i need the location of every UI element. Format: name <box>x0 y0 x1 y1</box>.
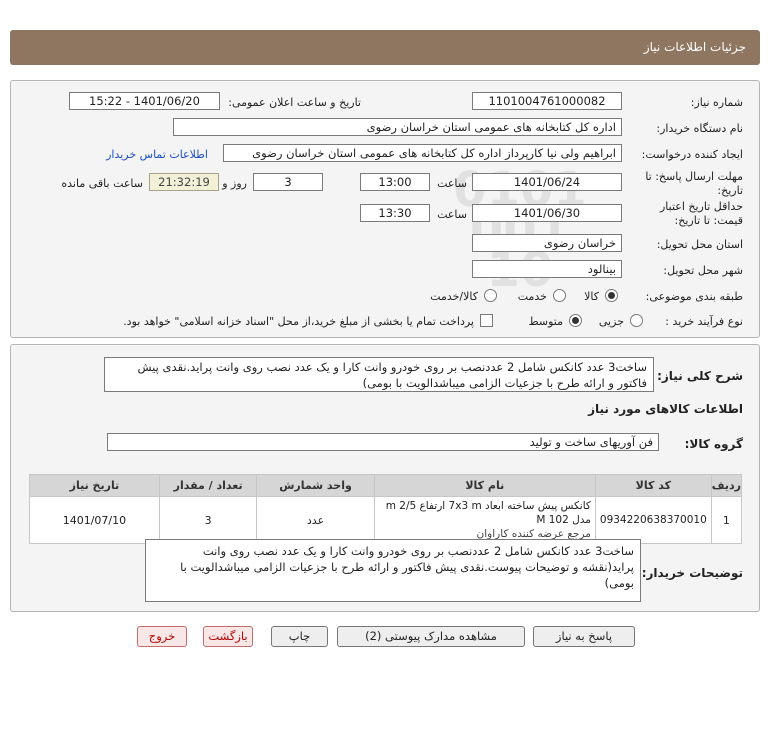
buyer-contact-link[interactable]: اطلاعات تماس خریدار <box>106 148 208 161</box>
goods-table: ردیف کد کالا نام کالا واحد شمارش تعداد /… <box>29 474 743 544</box>
days-label: روز و <box>222 177 247 190</box>
goods-group-field: فن آوریهای ساخت و تولید <box>107 433 659 451</box>
table-row: 1 0934220638370010 کانکس پیش ساخته ابعاد… <box>29 496 743 544</box>
need-number-field: 1101004761000082 <box>472 92 622 110</box>
category-radio-goods[interactable] <box>605 289 618 302</box>
category-radio-service[interactable] <box>553 289 566 302</box>
col-qty: تعداد / مقدار <box>158 474 258 497</box>
creator-label: ایجاد کننده درخواست: <box>641 148 743 161</box>
cell-code: 0934220638370010 <box>594 496 712 544</box>
creator-field: ابراهیم ولی نیا کارپرداز اداره کل کتابخا… <box>223 144 622 162</box>
buyer-org-field: اداره کل کتابخانه های عمومی استان خراسان… <box>173 118 622 136</box>
province-label: استان محل تحویل: <box>656 238 743 251</box>
cell-qty: 3 <box>158 496 258 544</box>
deadline-label-2: تاریخ: <box>717 184 743 197</box>
validity-label-1: حداقل تاریخ اعتبار <box>659 200 743 213</box>
remaining-label: ساعت باقی مانده <box>61 177 143 190</box>
goods-group-label: گروه کالا: <box>684 437 743 451</box>
cell-unit: عدد <box>256 496 375 544</box>
description-label: شرح کلی نیاز: <box>657 369 743 383</box>
col-code: کد کالا <box>594 474 712 497</box>
print-button[interactable]: چاپ <box>271 626 328 647</box>
treasury-payment-note: پرداخت تمام یا بخشی از مبلغ خرید،از محل … <box>123 315 474 328</box>
category-label: طبقه بندی موضوعی: <box>645 290 743 303</box>
remaining-time-field: 21:32:19 <box>149 173 219 191</box>
category-radio-goods-service[interactable] <box>484 289 497 302</box>
announce-label: تاریخ و ساعت اعلان عمومی: <box>228 96 361 109</box>
exit-button[interactable]: خروج <box>137 626 187 647</box>
need-number-label: شماره نیاز: <box>690 96 743 109</box>
goods-table-header: ردیف کد کالا نام کالا واحد شمارش تعداد /… <box>29 474 743 497</box>
deadline-time-label: ساعت <box>437 177 467 190</box>
goods-section-title: اطلاعات کالاهای مورد نیاز <box>588 402 743 416</box>
process-option-minor: جزیی <box>598 315 624 328</box>
treasury-payment-checkbox[interactable] <box>480 314 493 327</box>
description-text: ساخت3 عدد کانکس شامل 2 عددنصب بر روی خود… <box>104 357 654 392</box>
province-field: خراسان رضوی <box>472 234 622 252</box>
city-field: بینالود <box>472 260 622 278</box>
process-option-medium: متوسط <box>528 315 563 328</box>
announce-field: 1401/06/20 - 15:22 <box>69 92 220 110</box>
category-option-goods-service: کالا/خدمت <box>430 290 478 303</box>
process-radio-medium[interactable] <box>569 314 582 327</box>
category-option-service: خدمت <box>517 290 547 303</box>
validity-time-label: ساعت <box>437 208 467 221</box>
buyer-notes-text: ساخت3 عدد کانکس شامل 2 عددنصب بر روی خود… <box>145 539 641 602</box>
reply-button[interactable]: پاسخ به نیاز <box>533 626 635 647</box>
process-label: نوع فرآیند خرید : <box>665 315 743 328</box>
cell-name-line1: کانکس پیش ساخته ابعاد 7x3 m ارتفاع 2/5 m… <box>385 500 591 526</box>
page-header: جزئیات اطلاعات نیاز <box>10 30 760 65</box>
buyer-org-label: نام دستگاه خریدار: <box>656 122 743 135</box>
back-button[interactable]: بازگشت <box>203 626 253 647</box>
process-radio-minor[interactable] <box>630 314 643 327</box>
validity-label-2: قیمت: تا تاریخ: <box>674 214 743 227</box>
cell-index: 1 <box>710 496 743 544</box>
col-date: تاریخ نیاز <box>29 474 160 497</box>
validity-time-field: 13:30 <box>360 204 430 222</box>
category-option-goods: کالا <box>584 290 599 303</box>
attachments-button[interactable]: مشاهده مدارک پیوستی (2) <box>337 626 525 647</box>
cell-date: 1401/07/10 <box>29 496 160 544</box>
page-title: جزئیات اطلاعات نیاز <box>643 40 746 54</box>
deadline-time-field: 13:00 <box>360 173 430 191</box>
city-label: شهر محل تحویل: <box>663 264 743 277</box>
buyer-notes-label: توضیحات خریدار: <box>641 566 743 580</box>
deadline-label-1: مهلت ارسال پاسخ: تا <box>645 170 743 183</box>
col-unit: واحد شمارش <box>256 474 375 497</box>
col-index: ردیف <box>710 474 743 497</box>
col-name: نام کالا <box>373 474 596 497</box>
days-field: 3 <box>253 173 323 191</box>
cell-name: کانکس پیش ساخته ابعاد 7x3 m ارتفاع 2/5 m… <box>373 496 596 544</box>
deadline-date-field: 1401/06/24 <box>472 173 622 191</box>
validity-date-field: 1401/06/30 <box>472 204 622 222</box>
